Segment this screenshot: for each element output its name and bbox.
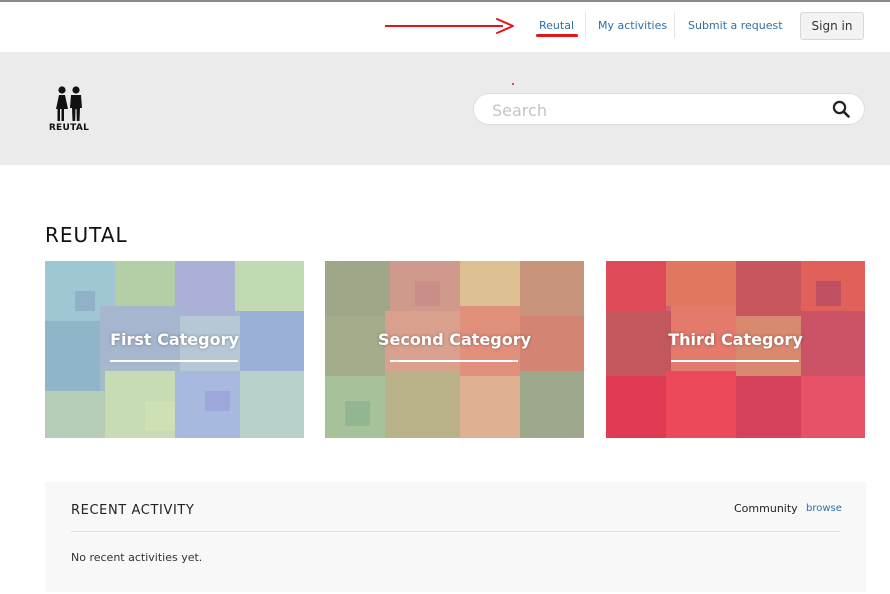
logo-text: REUTAL: [48, 123, 90, 133]
nav-divider: [674, 12, 675, 38]
nav-link-my-activities[interactable]: My activities: [598, 19, 667, 32]
category-title: Second Category: [377, 330, 532, 349]
mosaic-background: [606, 261, 865, 438]
red-dot-annotation: [512, 83, 514, 85]
community-label: Community: [734, 502, 798, 515]
header-band: REUTAL: [0, 52, 890, 165]
category-underline: [110, 360, 238, 362]
nav-link-reutal[interactable]: Reutal: [539, 19, 574, 32]
search-input[interactable]: [490, 98, 814, 122]
category-tile-second[interactable]: Second Category: [325, 261, 584, 438]
category-underline: [671, 360, 799, 362]
page-title: REUTAL: [45, 223, 128, 247]
empty-state-text: No recent activities yet.: [71, 551, 203, 564]
recent-activity-panel: RECENT ACTIVITY Community browse No rece…: [45, 482, 866, 592]
red-underline-annotation: [536, 34, 578, 37]
red-arrow-annotation: [385, 18, 514, 34]
category-title: First Category: [110, 330, 239, 349]
category-tile-third[interactable]: Third Category: [606, 261, 865, 438]
search-icon[interactable]: [832, 100, 850, 118]
nav-divider: [585, 12, 586, 38]
recent-activity-title: RECENT ACTIVITY: [71, 503, 195, 518]
category-title: Third Category: [668, 330, 803, 349]
category-underline: [390, 360, 518, 362]
nav-link-submit-request[interactable]: Submit a request: [688, 19, 783, 32]
mosaic-background: [325, 261, 584, 438]
divider: [71, 531, 840, 532]
people-icon: [56, 86, 82, 121]
browse-link[interactable]: browse: [806, 503, 842, 514]
logo[interactable]: REUTAL: [44, 86, 94, 136]
search-box[interactable]: [473, 93, 865, 125]
top-border: [0, 0, 890, 2]
mosaic-background: [45, 261, 304, 438]
sign-in-button[interactable]: Sign in: [800, 12, 864, 40]
category-tile-first[interactable]: First Category: [45, 261, 304, 438]
